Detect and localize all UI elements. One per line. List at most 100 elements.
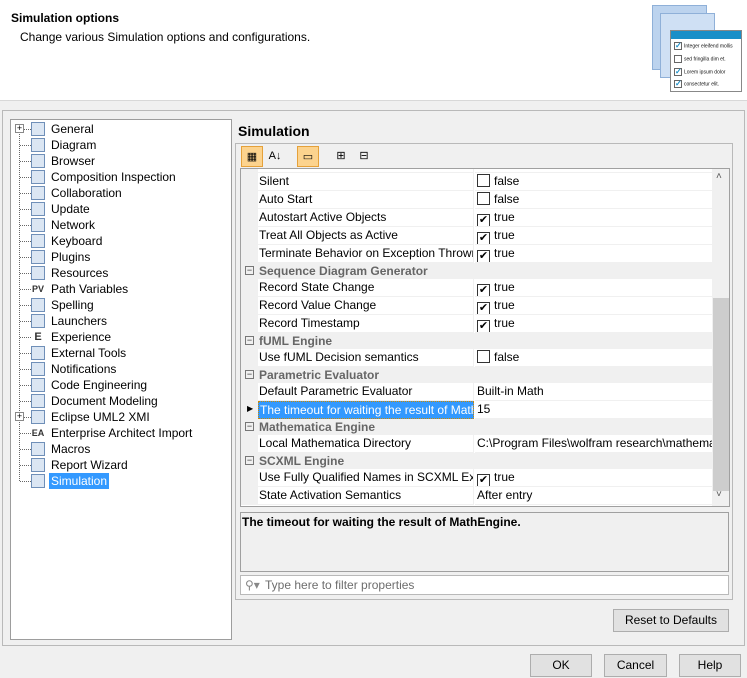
expand-icon[interactable]: +: [15, 124, 24, 133]
property-value[interactable]: C:\Program Files\wolfram research\mathem…: [475, 435, 712, 453]
property-group[interactable]: − SCXML Engine: [241, 453, 712, 469]
property-row[interactable]: Local Mathematica Directory C:\Program Fi…: [241, 435, 712, 453]
property-row[interactable]: Record Timestamp ✔ true: [241, 315, 712, 333]
tree-item-browser[interactable]: Browser: [11, 153, 231, 169]
property-value[interactable]: ✔ true: [475, 315, 712, 333]
property-value-text: 15: [477, 402, 491, 416]
collapse-icon[interactable]: −: [245, 422, 254, 431]
checkbox-checked[interactable]: ✔: [477, 232, 490, 244]
property-value[interactable]: ✔ true: [475, 227, 712, 245]
property-value-text: true: [494, 298, 515, 312]
tree-item-update[interactable]: Update: [11, 201, 231, 217]
property-row[interactable]: Use Fully Qualified Names in SCXML Expor…: [241, 469, 712, 487]
property-value[interactable]: ✔ true: [475, 469, 712, 487]
tree-item-document-modeling[interactable]: Document Modeling: [11, 393, 231, 409]
tree-item-spelling[interactable]: Spelling: [11, 297, 231, 313]
tree-item-report-wizard[interactable]: Report Wizard: [11, 457, 231, 473]
tree-item-plugins[interactable]: Plugins: [11, 249, 231, 265]
show-descriptions-button[interactable]: ▭: [297, 146, 319, 167]
collapse-icon[interactable]: −: [245, 266, 254, 275]
property-grid[interactable]: Silent false Auto Start false Autostart Acti…: [240, 168, 730, 507]
collapse-icon[interactable]: −: [245, 370, 254, 379]
expand-icon[interactable]: +: [15, 412, 24, 421]
checkbox-unchecked[interactable]: [477, 350, 490, 363]
property-row[interactable]: Record Value Change ✔ true: [241, 297, 712, 315]
checkbox-checked[interactable]: ✔: [477, 214, 490, 226]
tree-item-resources[interactable]: Resources: [11, 265, 231, 281]
property-row[interactable]: Auto Start false: [241, 191, 712, 209]
tree-item-keyboard[interactable]: Keyboard: [11, 233, 231, 249]
tree-item-composition-inspection[interactable]: Composition Inspection: [11, 169, 231, 185]
tree-item-macros[interactable]: Macros: [11, 441, 231, 457]
property-value[interactable]: 15: [475, 401, 712, 419]
tree-item-collaboration[interactable]: Collaboration: [11, 185, 231, 201]
tree-item-launchers[interactable]: Launchers: [11, 313, 231, 329]
property-row[interactable]: Treat All Objects as Active ✔ true: [241, 227, 712, 245]
scroll-up-icon[interactable]: ˄: [716, 171, 722, 182]
collapse-all-button[interactable]: ⊟: [353, 146, 375, 167]
filter-input[interactable]: ⚲▾ Type here to filter properties: [240, 575, 729, 595]
property-row[interactable]: Default Parametric Evaluator Built-in Mat…: [241, 383, 712, 401]
categorized-view-button[interactable]: ▦: [241, 146, 263, 167]
property-value[interactable]: false: [475, 349, 712, 367]
checkbox-unchecked[interactable]: [477, 174, 490, 187]
composition-inspection-icon: [31, 170, 45, 184]
tree-item-enterprise-architect-import[interactable]: EA Enterprise Architect Import: [11, 425, 231, 441]
collapse-icon[interactable]: −: [245, 456, 254, 465]
property-group[interactable]: − fUML Engine: [241, 333, 712, 349]
property-name: Silent: [258, 173, 474, 191]
checkbox-checked[interactable]: ✔: [477, 284, 490, 296]
expand-all-button[interactable]: ⊞: [330, 146, 352, 167]
tree-connector: [20, 161, 31, 162]
property-value[interactable]: Built-in Math: [475, 383, 712, 401]
property-row[interactable]: Autostart Active Objects ✔ true: [241, 209, 712, 227]
tree-item-notifications[interactable]: Notifications: [11, 361, 231, 377]
checkbox-checked[interactable]: ✔: [477, 320, 490, 332]
property-value[interactable]: ✔ true: [475, 209, 712, 227]
property-value[interactable]: false: [475, 191, 712, 209]
property-row[interactable]: ▶ The timeout for waiting the result of M…: [241, 401, 712, 419]
tree-item-label: Enterprise Architect Import: [51, 426, 193, 440]
property-row[interactable]: Terminate Behavior on Exception Thrown ✔ t…: [241, 245, 712, 263]
macros-icon: [31, 442, 45, 456]
help-button[interactable]: Help: [679, 654, 741, 677]
property-group[interactable]: − Sequence Diagram Generator: [241, 263, 712, 279]
collapse-icon[interactable]: −: [245, 336, 254, 345]
options-tree[interactable]: + General Diagram Browser Composition Inspec…: [10, 119, 232, 640]
property-row[interactable]: State Activation Semantics After entry: [241, 487, 712, 505]
checkbox-checked[interactable]: ✔: [477, 474, 490, 486]
property-row[interactable]: Record State Change ✔ true: [241, 279, 712, 297]
checkbox-checked[interactable]: ✔: [477, 302, 490, 314]
reset-to-defaults-button[interactable]: Reset to Defaults: [613, 609, 729, 632]
checkbox-unchecked[interactable]: [477, 192, 490, 205]
tree-item-code-engineering[interactable]: Code Engineering: [11, 377, 231, 393]
property-row[interactable]: Use fUML Decision semantics false: [241, 349, 712, 367]
property-group[interactable]: − Parametric Evaluator: [241, 367, 712, 383]
property-row[interactable]: Silent false: [241, 173, 712, 191]
ok-button[interactable]: OK: [530, 654, 592, 677]
property-value[interactable]: false: [475, 173, 712, 191]
search-icon[interactable]: ⚲▾: [245, 576, 260, 594]
tree-item-simulation[interactable]: Simulation: [11, 473, 231, 489]
property-value[interactable]: After entry: [475, 487, 712, 505]
tree-connector: [20, 209, 31, 210]
tree-item-path-variables[interactable]: PV Path Variables: [11, 281, 231, 297]
tree-item-general[interactable]: + General: [11, 121, 231, 137]
property-value[interactable]: ✔ true: [475, 279, 712, 297]
tree-item-external-tools[interactable]: External Tools: [11, 345, 231, 361]
property-value[interactable]: ✔ true: [475, 297, 712, 315]
scrollbar-thumb[interactable]: [713, 298, 729, 491]
property-value[interactable]: ✔ true: [475, 245, 712, 263]
notifications-icon: [31, 362, 45, 376]
tree-connector: [20, 337, 31, 338]
tree-item-diagram[interactable]: Diagram: [11, 137, 231, 153]
tree-item-label: Path Variables: [51, 282, 129, 296]
cancel-button[interactable]: Cancel: [604, 654, 667, 677]
tree-item-network[interactable]: Network: [11, 217, 231, 233]
property-value-text: C:\Program Files\wolfram research\mathem…: [477, 436, 712, 450]
tree-item-eclipse-uml2-xmi[interactable]: + Eclipse UML2 XMI: [11, 409, 231, 425]
checkbox-checked[interactable]: ✔: [477, 250, 490, 262]
sort-alphabetically-button[interactable]: A↓: [264, 146, 286, 167]
property-group[interactable]: − Mathematica Engine: [241, 419, 712, 435]
tree-item-experience[interactable]: E Experience: [11, 329, 231, 345]
